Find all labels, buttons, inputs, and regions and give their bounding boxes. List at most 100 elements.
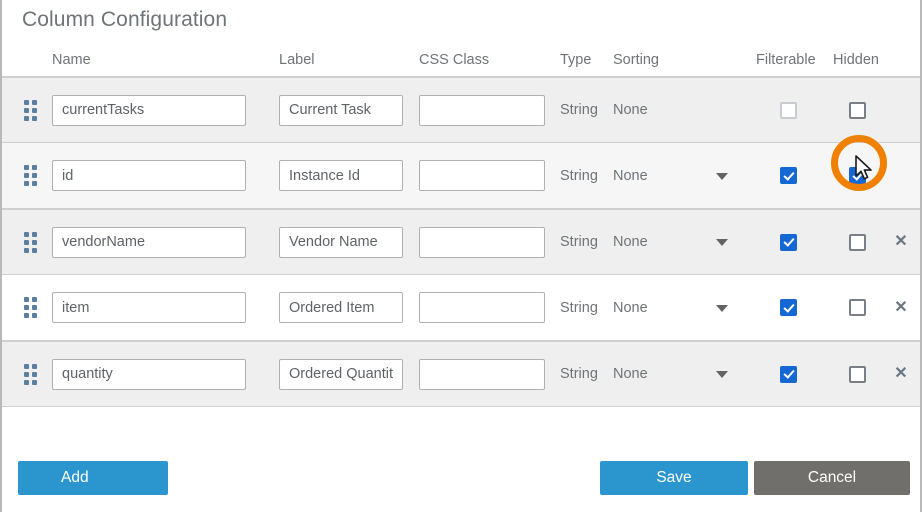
drag-handle-icon[interactable] (24, 232, 37, 253)
label-cell (279, 78, 417, 142)
column-label-input[interactable] (279, 95, 403, 126)
filterable-cell (743, 143, 833, 208)
remove-row-icon[interactable]: ✕ (894, 234, 907, 250)
header-filterable: Filterable (743, 44, 833, 76)
sorting-cell[interactable]: None (613, 342, 743, 406)
column-name-input[interactable] (52, 359, 246, 390)
table-row: StringNone ✕ (2, 209, 920, 275)
remove-cell: ✕ (881, 210, 921, 274)
table-body: StringNoneStringNoneStringNone✕StringNon… (2, 77, 920, 407)
sorting-cell[interactable]: None (613, 143, 743, 208)
remove-cell: ✕ (881, 275, 921, 340)
column-name-input[interactable] (52, 160, 246, 191)
header-sorting: Sorting (613, 44, 743, 76)
hidden-cell (833, 275, 881, 340)
type-value: String (560, 366, 598, 382)
filterable-cell (743, 342, 833, 406)
css-class-input[interactable] (419, 227, 545, 258)
column-label-input[interactable] (279, 292, 403, 323)
css-class-cell (419, 275, 559, 340)
css-class-input[interactable] (419, 359, 545, 390)
css-class-cell (419, 78, 559, 142)
filterable-cell (743, 78, 833, 142)
hidden-checkbox[interactable] (849, 234, 866, 251)
chevron-down-icon[interactable] (716, 173, 728, 180)
drag-handle-cell (10, 210, 50, 274)
header-label: Label (279, 44, 417, 76)
hidden-checkbox[interactable] (849, 167, 866, 184)
sorting-select[interactable]: None (613, 275, 743, 340)
name-cell (52, 210, 278, 274)
sorting-select[interactable]: None (613, 342, 743, 406)
drag-handle-icon[interactable] (24, 364, 37, 385)
sorting-value: None (613, 300, 648, 316)
chevron-down-icon[interactable] (716, 305, 728, 312)
column-name-input[interactable] (52, 227, 246, 258)
column-config-table: Name Label CSS Class Type Sorting Filter… (2, 44, 920, 407)
filterable-checkbox[interactable] (780, 234, 797, 251)
hidden-checkbox[interactable] (849, 366, 866, 383)
filterable-checkbox[interactable] (780, 299, 797, 316)
type-cell: String (560, 143, 620, 208)
sorting-cell[interactable]: None (613, 275, 743, 340)
header-handle (10, 44, 50, 76)
sorting-cell[interactable]: None (613, 210, 743, 274)
type-cell: String (560, 210, 620, 274)
label-cell (279, 143, 417, 208)
css-class-input[interactable] (419, 292, 545, 323)
remove-cell (881, 78, 921, 142)
name-cell (52, 143, 278, 208)
header-remove (881, 44, 921, 76)
type-value: String (560, 168, 598, 184)
name-cell (52, 275, 278, 340)
table-row: String None (2, 77, 920, 143)
type-value: String (560, 102, 598, 118)
drag-handle-icon[interactable] (24, 165, 37, 186)
sorting-select[interactable]: None (613, 143, 743, 208)
header-name: Name (52, 44, 278, 76)
filterable-checkbox[interactable] (780, 167, 797, 184)
remove-cell: ✕ (881, 342, 921, 406)
column-name-input[interactable] (52, 95, 246, 126)
remove-cell (881, 143, 921, 208)
column-name-input[interactable] (52, 292, 246, 323)
hidden-cell (833, 210, 881, 274)
sorting-select: None (613, 78, 743, 142)
type-cell: String (560, 275, 620, 340)
filterable-checkbox (780, 102, 797, 119)
save-button[interactable]: Save (600, 461, 748, 495)
drag-handle-icon[interactable] (24, 297, 37, 318)
css-class-input[interactable] (419, 160, 545, 191)
filterable-checkbox[interactable] (780, 366, 797, 383)
column-label-input[interactable] (279, 359, 403, 390)
name-cell (52, 78, 278, 142)
remove-row-icon[interactable]: ✕ (894, 366, 907, 382)
hidden-checkbox[interactable] (849, 299, 866, 316)
drag-handle-cell (10, 275, 50, 340)
column-label-input[interactable] (279, 227, 403, 258)
sorting-select[interactable]: None (613, 210, 743, 274)
css-class-cell (419, 210, 559, 274)
table-row: String None ✕ (2, 275, 920, 341)
name-cell (52, 342, 278, 406)
css-class-cell (419, 342, 559, 406)
filterable-cell (743, 275, 833, 340)
css-class-input[interactable] (419, 95, 545, 126)
css-class-cell (419, 143, 559, 208)
drag-handle-cell (10, 342, 50, 406)
cancel-button[interactable]: Cancel (754, 461, 910, 495)
drag-handle-icon[interactable] (24, 100, 37, 121)
type-value: String (560, 300, 598, 316)
column-label-input[interactable] (279, 160, 403, 191)
remove-row-icon[interactable]: ✕ (894, 300, 907, 316)
chevron-down-icon[interactable] (716, 371, 728, 378)
label-cell (279, 210, 417, 274)
hidden-checkbox[interactable] (849, 102, 866, 119)
label-cell (279, 275, 417, 340)
label-cell (279, 342, 417, 406)
sorting-value: None (613, 102, 648, 118)
add-button[interactable]: Add (18, 461, 168, 495)
hidden-cell (833, 342, 881, 406)
chevron-down-icon[interactable] (716, 239, 728, 246)
sorting-value: None (613, 234, 648, 250)
